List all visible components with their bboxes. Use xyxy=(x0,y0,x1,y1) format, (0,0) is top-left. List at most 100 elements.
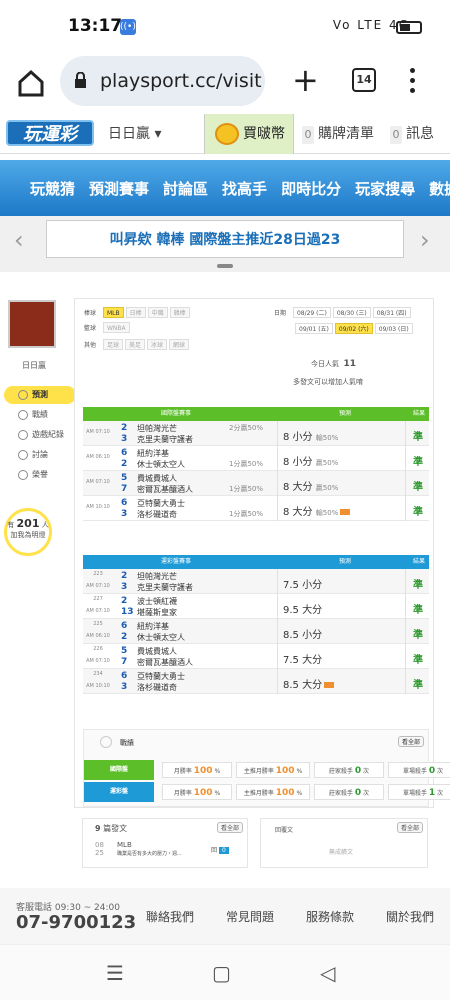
pick-value: 8 小分 xyxy=(283,457,316,468)
sport-filter: 棒球 MLB 日棒 中職 韓棒 xyxy=(81,307,192,319)
date-option[interactable]: 09/03 (日) xyxy=(374,323,413,334)
post-item[interactable]: MLB 職業是否有多大的壓力・週... xyxy=(117,841,182,857)
sidebar-item-honor[interactable]: 榮譽 xyxy=(4,466,76,484)
record-see-all-button[interactable]: 看全部 xyxy=(397,736,424,747)
nav-item[interactable]: 預測賽事 xyxy=(82,160,156,216)
filter-wnba[interactable]: WNBA xyxy=(102,322,130,333)
date-option[interactable]: 08/29 (二) xyxy=(292,307,331,318)
nav-item[interactable]: 玩競猜 xyxy=(0,160,82,216)
team-number: 6 xyxy=(121,621,128,631)
home-icon[interactable] xyxy=(16,68,46,98)
team-number: 6 xyxy=(121,671,128,681)
post-replies: 回 0 xyxy=(211,845,229,854)
divider xyxy=(405,669,406,694)
pick-value: 7.5 大分 xyxy=(283,655,323,666)
game-time: AM 10:10 xyxy=(86,683,110,689)
clock: 13:17 xyxy=(68,16,123,36)
nav-item[interactable]: 討論區 xyxy=(156,160,215,216)
footer-link-faq[interactable]: 常見問題 xyxy=(226,908,274,925)
table-row[interactable]: 225 AM 06:10 6 紐約洋基 2 休士頓太空人 8.5 小分 準 xyxy=(83,619,429,644)
nav-item[interactable]: 找高手 xyxy=(215,160,274,216)
team-name: 密爾瓦基釀酒人 xyxy=(137,658,193,667)
pick-value: 8.5 小分 xyxy=(283,630,323,641)
avatar[interactable] xyxy=(8,300,56,348)
prev-arrow-icon[interactable]: ‹ xyxy=(14,226,24,254)
result-badge: 準 xyxy=(413,655,423,666)
recent-apps-icon[interactable]: ☰ xyxy=(106,961,124,985)
battery-icon xyxy=(396,21,422,34)
pick-value: 8 大分 xyxy=(283,482,316,493)
table-row[interactable]: 234 AM 10:10 6 亞特蘭大勇士 3 洛杉磯道奇 8.5 大分 準 xyxy=(83,669,429,694)
table-row[interactable]: AM 07:10 2 坦帕灣光芒 3 克里夫蘭守護者 2分贏50% 8 小分 輸50% 準 xyxy=(83,421,429,446)
nav-item[interactable]: 即時比分 xyxy=(274,160,348,216)
record-unit: 次 xyxy=(435,790,444,797)
buy-coins-button[interactable]: 買啵幣 xyxy=(204,114,294,154)
messages-link[interactable]: 0 訊息 xyxy=(390,114,434,154)
table-row[interactable]: 223 AM 07:10 2 坦帕灣光芒 3 克里夫蘭守護者 7.5 小分 準 xyxy=(83,569,429,594)
table-row[interactable]: 226 AM 07:10 5 費城費城人 7 密爾瓦基釀酒人 7.5 大分 準 xyxy=(83,644,429,669)
team-number: 3 xyxy=(121,434,128,444)
team-number: 2 xyxy=(121,632,128,642)
sidebar-item-predict[interactable]: 預測 xyxy=(4,386,76,404)
table-row[interactable]: 227 AM 07:10 2 波士頓紅襪 13 堪薩斯皇家 9.5 大分 準 xyxy=(83,594,429,619)
table-row[interactable]: AM 10:10 6 亞特蘭大勇士 3 洛杉磯道奇 1分贏50% 8 大分 輸50% 準 xyxy=(83,496,429,521)
team-number: 13 xyxy=(121,607,134,617)
replies-see-all-button[interactable]: 看全部 xyxy=(396,822,423,833)
team-number: 3 xyxy=(121,682,128,692)
date-option-selected[interactable]: 09/02 (六) xyxy=(334,323,373,334)
pick-extra: 贏50% xyxy=(315,459,339,467)
nav-item[interactable]: 數據 xyxy=(422,160,450,216)
table-row[interactable]: AM 07:10 5 費城費城人 7 密爾瓦基釀酒人 1分贏50% 8 大分 贏50% 準 xyxy=(83,471,429,496)
footer-link-contact[interactable]: 聯絡我們 xyxy=(146,908,194,925)
announcement-carousel: ‹ 叫昇欸 韓棒 國際盤主推近28日過23 › xyxy=(0,216,450,272)
site-logo[interactable]: 玩運彩 xyxy=(6,120,94,146)
divider xyxy=(277,669,278,694)
filter-mlb[interactable]: MLB xyxy=(102,307,124,318)
result-badge: 準 xyxy=(413,457,423,468)
record-label: 莊家殺手 xyxy=(328,768,355,775)
filter-cpbl[interactable]: 中職 xyxy=(147,307,168,318)
date-option[interactable]: 08/31 (四) xyxy=(372,307,411,318)
next-arrow-icon[interactable]: › xyxy=(420,226,430,254)
service-phone[interactable]: 07-9700123 xyxy=(16,912,136,933)
divider xyxy=(405,644,406,669)
team-name: 亞特蘭大勇士 xyxy=(137,499,185,508)
new-tab-button[interactable]: + xyxy=(292,64,319,96)
lottery-table-header: 運彩盤賽事 預測 結果 xyxy=(83,555,429,569)
record-cell: 主推月勝率 100 % xyxy=(236,762,310,778)
daily-menu[interactable]: 日日贏 ▾ xyxy=(108,114,161,154)
url-text: playsport.cc/visit xyxy=(100,70,262,92)
prediction-pick: 8.5 小分 xyxy=(283,626,322,641)
prediction-pick: 8 大分 贏50% xyxy=(283,478,338,493)
sidebar-item-record[interactable]: 戰績 xyxy=(4,406,76,424)
date-option[interactable]: 09/01 (五) xyxy=(295,323,333,334)
team-number: 5 xyxy=(121,646,128,656)
table-row[interactable]: AM 06:10 6 紐約洋基 2 休士頓太空人 1分贏50% 8 小分 贏50% 準 xyxy=(83,446,429,471)
announcement-text[interactable]: 叫昇欸 韓棒 國際盤主推近28日過23 xyxy=(46,220,404,258)
fans-badge[interactable]: 有 201 人 加我為明燈 xyxy=(4,508,52,556)
sidebar-item-discuss[interactable]: 討論 xyxy=(4,446,76,464)
posts-see-all-button[interactable]: 看全部 xyxy=(216,822,243,833)
team-name: 克里夫蘭守護者 xyxy=(137,583,193,592)
date-option[interactable]: 08/30 (三) xyxy=(332,307,371,318)
tab-switcher-button[interactable]: 14 xyxy=(352,68,376,92)
filter-npb[interactable]: 日棒 xyxy=(125,307,146,318)
result-badge: 準 xyxy=(413,432,423,443)
cart-link[interactable]: 0 購牌清單 xyxy=(302,114,374,154)
footer-link-about[interactable]: 關於我們 xyxy=(386,908,434,925)
back-icon[interactable]: ◁ xyxy=(320,961,335,985)
record-unit: % xyxy=(212,790,221,797)
filter-kbo[interactable]: 韓棒 xyxy=(169,307,190,318)
sidebar-item-game-log[interactable]: 遊戲紀錄 xyxy=(4,426,76,444)
site-top-nav: 玩運彩 日日贏 ▾ 買啵幣 0 購牌清單 0 訊息 xyxy=(0,114,450,154)
other-filter: 其他 足球 美足 冰球 網球 xyxy=(81,339,191,351)
prediction-panel: 棒球 MLB 日棒 中職 韓棒 籃球 WNBA 其他 足球 美足 冰球 網球 日期 08/2… xyxy=(74,298,450,808)
pick-extra: 輸50% xyxy=(315,509,339,517)
nav-item[interactable]: 玩家搜尋 xyxy=(348,160,422,216)
home-nav-icon[interactable]: ▢ xyxy=(212,961,231,985)
site-footer: 客服電話 09:30 ~ 24:00 07-9700123 聯絡我們 常見問題 … xyxy=(0,888,450,944)
record-value: 100 xyxy=(193,788,213,798)
footer-link-terms[interactable]: 服務條款 xyxy=(306,908,354,925)
address-bar[interactable]: playsport.cc/visit xyxy=(60,56,265,106)
more-menu-icon[interactable] xyxy=(410,68,416,96)
